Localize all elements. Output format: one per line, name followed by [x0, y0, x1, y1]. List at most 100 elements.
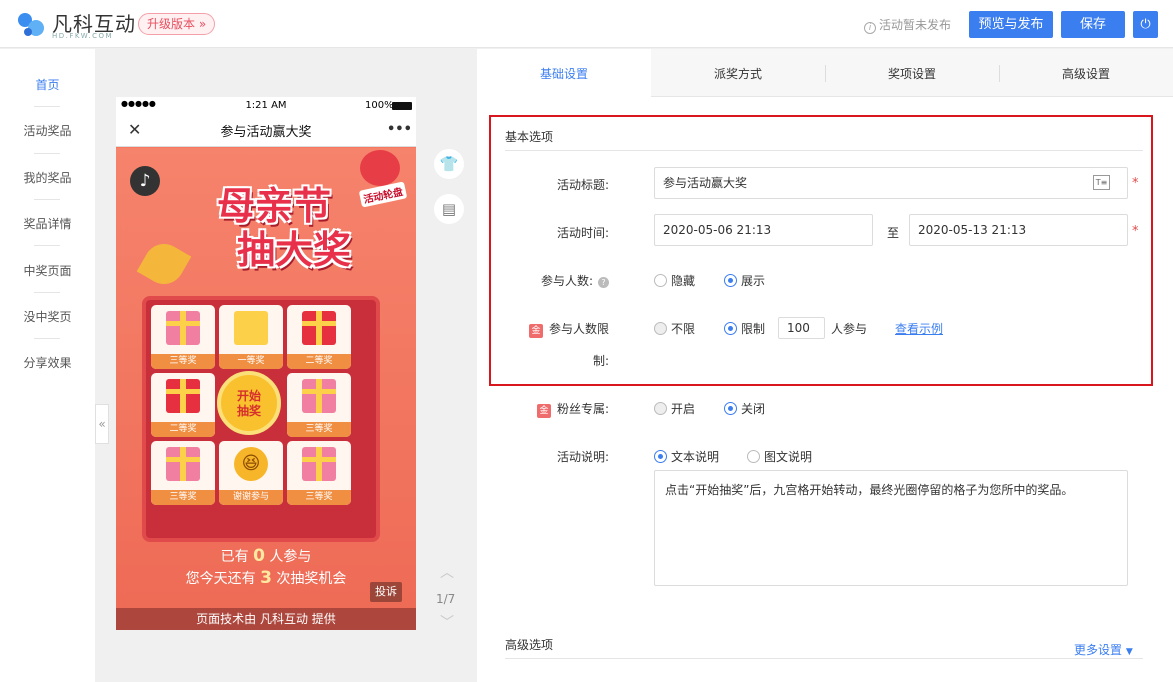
gift-icon [302, 447, 336, 481]
logo-icon [18, 13, 44, 36]
limit-label-line2: 制: [592, 354, 609, 368]
prize-cell: 二等奖 [287, 305, 351, 369]
chevron-down-icon[interactable]: ﹀ [440, 612, 454, 632]
start-time-input[interactable]: 2020-05-06 21:13 [654, 214, 873, 246]
chevron-up-icon[interactable]: ︿ [440, 562, 454, 582]
upgrade-button[interactable]: 升级版本 » [138, 13, 216, 35]
radio-circle [724, 274, 737, 287]
fans-close-label: 关闭 [741, 402, 766, 416]
nav-divider [34, 245, 60, 246]
power-icon[interactable]: ⏻ [1133, 11, 1158, 38]
book-icon[interactable]: ▤ [434, 194, 464, 224]
radio-circle [747, 450, 760, 463]
count-hide-radio[interactable]: 隐藏 [654, 272, 695, 289]
limit-label: 金参与人数限 [479, 320, 609, 338]
chances-post: 次抽奖机会 [276, 571, 347, 587]
more-settings-link[interactable]: 更多设置 ▼ [1074, 641, 1133, 658]
left-nav: 首页 活动奖品 我的奖品 奖品详情 中奖页面 没中奖页 分享效果 [0, 49, 95, 682]
chances-pre: 您今天还有 [185, 571, 256, 587]
nav-item-prizes[interactable]: 活动奖品 [0, 122, 95, 139]
title-input-value: 参与活动赢大奖 [663, 176, 748, 190]
title-input[interactable]: 参与活动赢大奖 T≡ [654, 167, 1128, 199]
logo-url: HD.FKW.COM [52, 32, 114, 40]
fans-open-radio[interactable]: 开启 [654, 400, 695, 417]
tab-basic[interactable]: 基础设置 [477, 49, 651, 97]
prize-label: 三等奖 [287, 422, 351, 437]
nav-item-home[interactable]: 首页 [0, 76, 95, 93]
nav-item-my-prizes[interactable]: 我的奖品 [0, 169, 95, 186]
radio-circle [654, 274, 667, 287]
top-bar: 凡科互动 HD.FKW.COM 升级版本 » i 活动暂未发布 预览与发布 保存 … [0, 0, 1173, 48]
nav-divider [34, 338, 60, 339]
limit-on-radio[interactable]: 限制 [724, 320, 765, 337]
premium-badge-icon: 金 [528, 324, 543, 338]
battery-text: 100% [365, 100, 394, 111]
desc-text-radio[interactable]: 文本说明 [654, 448, 719, 465]
publish-status-text: 活动暂未发布 [879, 18, 952, 32]
participants-pre: 已有 [220, 549, 249, 565]
shirt-icon[interactable]: 👕 [434, 149, 464, 179]
nav-divider [34, 292, 60, 293]
tab-award-method[interactable]: 派奖方式 [651, 49, 825, 97]
start-draw-button[interactable]: 开始 抽奖 [217, 371, 281, 435]
gift-icon [234, 311, 268, 345]
required-mark: * [1132, 176, 1139, 191]
poster-title-line2: 抽大奖 [236, 228, 351, 272]
description-textarea[interactable]: 点击“开始抽奖”后，九宫格开始转动，最终光圈停留的格子为您所中的奖品。 [654, 470, 1128, 586]
chances-count: 3 [260, 568, 272, 588]
save-button[interactable]: 保存 [1061, 11, 1125, 38]
tab-prize-settings[interactable]: 奖项设置 [825, 49, 999, 97]
advanced-section-title: 高级选项 [505, 638, 554, 652]
count-show-label: 展示 [741, 274, 766, 288]
gift-icon [302, 311, 336, 345]
basic-section-title: 基本选项 [505, 130, 554, 144]
count-show-radio[interactable]: 展示 [724, 272, 765, 289]
radio-circle [654, 322, 667, 335]
collapse-nav-button[interactable]: « [95, 404, 109, 444]
prize-label: 一等奖 [219, 354, 283, 369]
gift-icon [302, 379, 336, 413]
participants-post: 人参与 [269, 549, 312, 565]
text-style-icon[interactable]: T≡ [1093, 175, 1110, 190]
limit-label-text-1: 参与人数限 [548, 322, 609, 336]
participants-text: 已有 0 人参与 [116, 546, 416, 566]
preview-publish-button[interactable]: 预览与发布 [969, 11, 1053, 38]
radio-circle [724, 402, 737, 415]
prize-label: 二等奖 [151, 422, 215, 437]
phone-title: 参与活动赢大奖 [220, 125, 312, 140]
help-icon[interactable]: ? [598, 277, 609, 288]
gift-icon [166, 379, 200, 413]
desc-rich-radio[interactable]: 图文说明 [747, 448, 812, 465]
limit-unit: 人参与 [831, 322, 868, 336]
end-time-input[interactable]: 2020-05-13 21:13 [909, 214, 1128, 246]
time-range-separator: 至 [887, 226, 900, 240]
fans-close-radio[interactable]: 关闭 [724, 400, 765, 417]
nav-item-win-page[interactable]: 中奖页面 [0, 262, 95, 279]
info-icon: i [864, 22, 876, 34]
gift-icon [166, 447, 200, 481]
gift-icon [166, 311, 200, 345]
report-button[interactable]: 投诉 [370, 582, 402, 602]
limit-none-label: 不限 [671, 322, 696, 336]
caret-down-icon: ▼ [1125, 647, 1133, 657]
limit-none-radio[interactable]: 不限 [654, 320, 695, 337]
phone-footer: 页面技术由 凡科互动 提供 [116, 608, 416, 630]
fans-label-text: 粉丝专属: [556, 402, 609, 416]
count-label: 参与人数:? [479, 272, 609, 289]
nav-item-lose-page[interactable]: 没中奖页 [0, 308, 95, 325]
time-label: 活动时间: [556, 226, 609, 240]
title-label: 活动标题: [556, 178, 609, 192]
tab-advanced[interactable]: 高级设置 [999, 49, 1173, 97]
nav-item-share[interactable]: 分享效果 [0, 354, 95, 371]
more-icon[interactable]: ••• [387, 122, 412, 137]
desc-rich-label: 图文说明 [764, 450, 813, 464]
desc-label: 活动说明: [556, 450, 609, 464]
radio-circle [654, 450, 667, 463]
prize-cell: 三等奖 [287, 373, 351, 437]
poster: ♪ 母亲节 抽大奖 活动轮盘 三等奖 一等奖 二等奖 二等奖 开始 抽奖 三等奖 … [116, 148, 416, 630]
poster-title-line1: 母亲节 [216, 184, 331, 228]
premium-badge-icon: 金 [536, 404, 551, 418]
limit-number-input[interactable]: 100 [778, 317, 825, 339]
view-example-link[interactable]: 查看示例 [895, 320, 943, 337]
nav-item-prize-detail[interactable]: 奖品详情 [0, 215, 95, 232]
